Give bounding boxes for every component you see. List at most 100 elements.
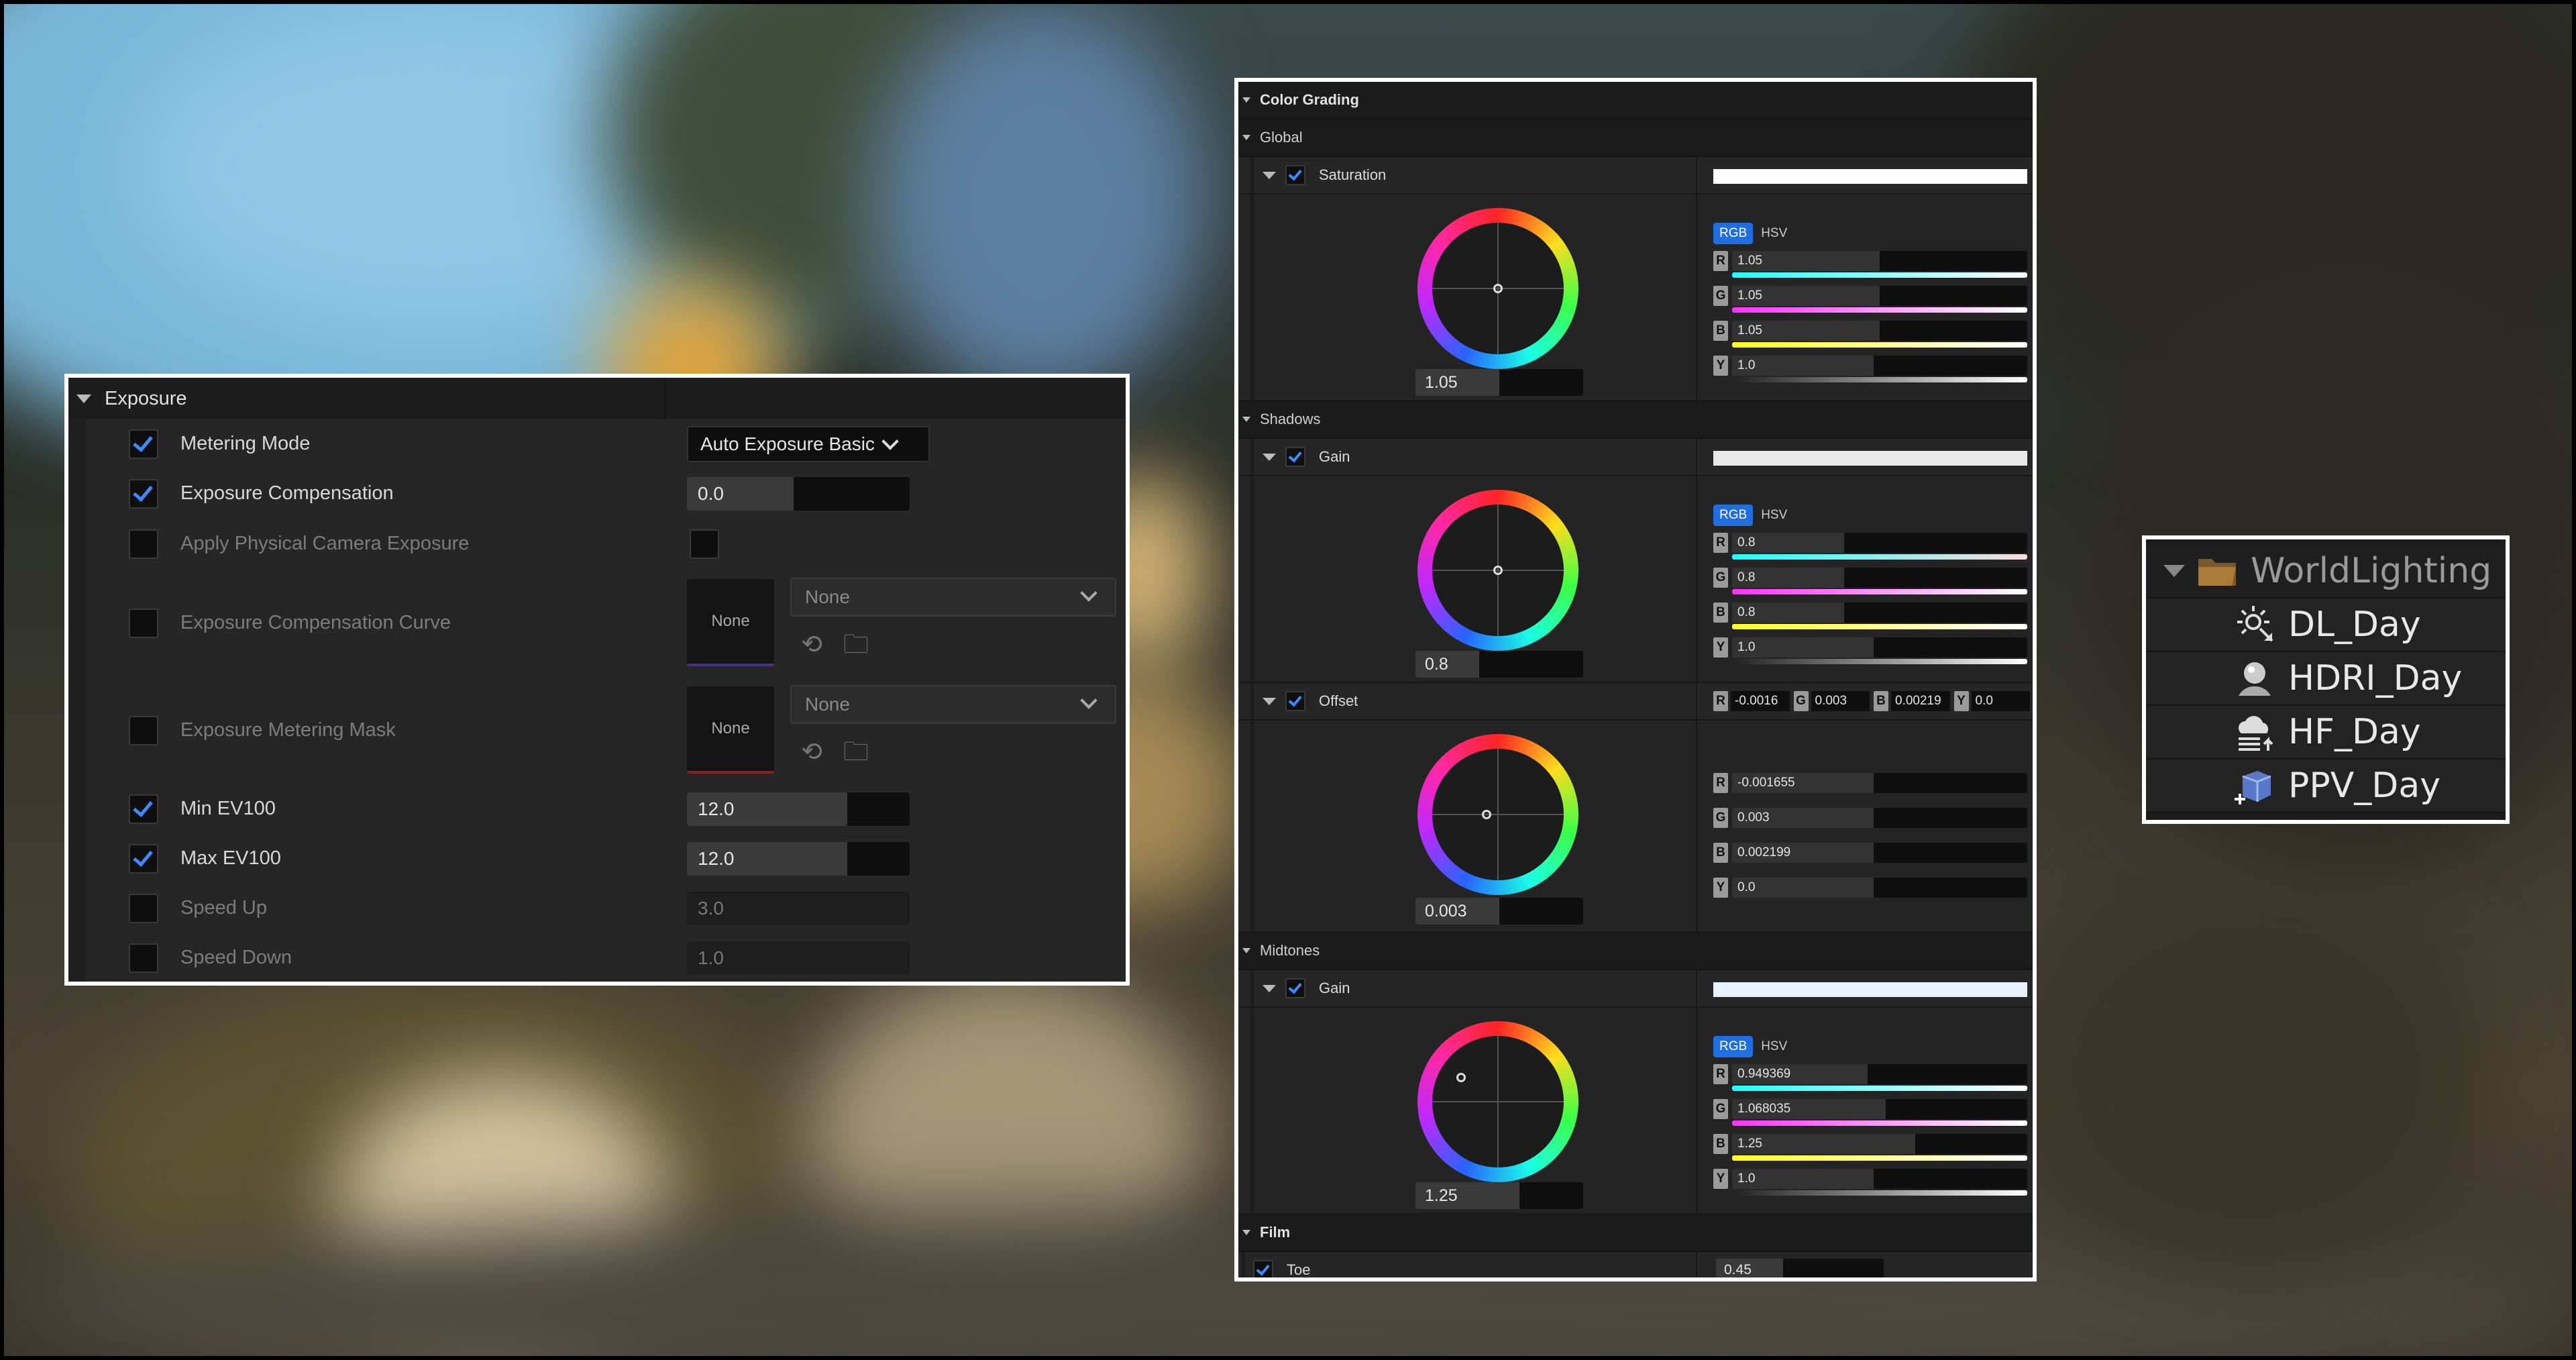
channel-g[interactable]: G 0.003 bbox=[1713, 808, 2027, 836]
wheel-handle[interactable] bbox=[1482, 810, 1491, 819]
offset-inline-r[interactable]: R -0.0016 bbox=[1713, 691, 1790, 711]
saturation-color-swatch[interactable] bbox=[1713, 169, 2027, 184]
outliner-item-ppv-day[interactable]: PPV_Day bbox=[2146, 760, 2506, 813]
channel-b[interactable]: B 1.05 bbox=[1713, 321, 2027, 349]
outliner-item-hdri-day[interactable]: HDRI_Day bbox=[2146, 652, 2506, 706]
channel-r[interactable]: R 0.949369 bbox=[1713, 1064, 2027, 1092]
collapse-arrow-icon[interactable] bbox=[1242, 417, 1250, 422]
expand-arrow-icon[interactable] bbox=[1263, 171, 1276, 179]
channel-y[interactable]: Y 1.0 bbox=[1713, 356, 2027, 384]
shadows-gain-color-swatch[interactable] bbox=[1713, 451, 2027, 466]
expand-arrow-icon[interactable] bbox=[2163, 565, 2185, 577]
curve-asset-thumbnail[interactable]: None bbox=[687, 579, 774, 666]
metering-mode-dropdown[interactable]: Auto Exposure Basic bbox=[687, 426, 930, 462]
outliner-item-dl-day[interactable]: DL_Day bbox=[2146, 598, 2506, 652]
outliner-item-label: PPV_Day bbox=[2288, 766, 2440, 806]
speed-down-checkbox[interactable] bbox=[129, 943, 158, 973]
shadows-offset-checkbox[interactable] bbox=[1285, 691, 1305, 711]
min-ev100-input[interactable]: 12.0 bbox=[687, 792, 910, 826]
speed-up-checkbox[interactable] bbox=[129, 894, 158, 923]
wheel-handle[interactable] bbox=[1493, 284, 1503, 293]
offset-inline-g[interactable]: G 0.003 bbox=[1793, 691, 1870, 711]
saturation-wheel-input[interactable]: 1.05 bbox=[1415, 369, 1583, 396]
channel-r[interactable]: R 1.05 bbox=[1713, 251, 2027, 279]
outliner-folder-row[interactable]: WorldLighting bbox=[2146, 545, 2506, 598]
shadows-gain-wheel-input[interactable]: 0.8 bbox=[1415, 651, 1583, 678]
property-row-toe: Toe 0.45 bbox=[1238, 1252, 2033, 1277]
hsv-mode-button[interactable]: HSV bbox=[1761, 508, 1787, 523]
hsv-mode-button[interactable]: HSV bbox=[1761, 1039, 1787, 1054]
shadows-gain-color-wheel[interactable] bbox=[1417, 490, 1578, 651]
offset-inline-b[interactable]: B 0.00219 bbox=[1874, 691, 1950, 711]
channel-key: R bbox=[1713, 773, 1728, 793]
section-film-label: Film bbox=[1260, 1224, 1291, 1241]
saturation-checkbox[interactable] bbox=[1285, 165, 1305, 185]
saturation-color-wheel[interactable] bbox=[1417, 208, 1578, 369]
channel-g[interactable]: G 1.05 bbox=[1713, 286, 2027, 314]
mask-asset-dropdown[interactable]: None bbox=[790, 685, 1116, 724]
exposure-compensation-checkbox[interactable] bbox=[129, 479, 158, 509]
outliner-item-hf-day[interactable]: HF_Day bbox=[2146, 706, 2506, 760]
hsv-mode-button[interactable]: HSV bbox=[1761, 226, 1787, 241]
shadows-gain-checkbox[interactable] bbox=[1285, 447, 1305, 467]
color-grading-header[interactable]: Color Grading bbox=[1238, 82, 2033, 119]
toe-input[interactable]: 0.45 bbox=[1716, 1259, 1884, 1277]
rgb-mode-button[interactable]: RGB bbox=[1713, 223, 1754, 244]
collapse-arrow-icon[interactable] bbox=[76, 394, 91, 403]
section-midtones[interactable]: Midtones bbox=[1238, 933, 2033, 970]
collapse-arrow-icon[interactable] bbox=[1242, 97, 1250, 103]
midtones-gain-color-wheel[interactable] bbox=[1417, 1021, 1578, 1182]
channel-b[interactable]: B 0.8 bbox=[1713, 603, 2027, 631]
exposure-metering-mask-checkbox[interactable] bbox=[129, 716, 158, 745]
color-mode-toggle: RGB HSV bbox=[1713, 505, 1787, 526]
browse-asset-icon[interactable]: 🗀 bbox=[841, 737, 871, 767]
shadows-offset-color-wheel[interactable] bbox=[1417, 734, 1578, 895]
max-ev100-input[interactable]: 12.0 bbox=[687, 842, 910, 876]
section-global[interactable]: Global bbox=[1238, 119, 2033, 157]
channel-r[interactable]: R 0.8 bbox=[1713, 533, 2027, 561]
toe-checkbox[interactable] bbox=[1253, 1260, 1273, 1277]
collapse-arrow-icon[interactable] bbox=[1242, 1230, 1250, 1235]
section-shadows[interactable]: Shadows bbox=[1238, 401, 2033, 439]
channel-g[interactable]: G 1.068035 bbox=[1713, 1099, 2027, 1127]
channel-r[interactable]: R -0.001655 bbox=[1713, 773, 2027, 801]
wheel-handle[interactable] bbox=[1493, 566, 1503, 575]
metering-mode-checkbox[interactable] bbox=[129, 429, 158, 459]
channel-y[interactable]: Y 0.0 bbox=[1713, 878, 2027, 906]
collapse-arrow-icon[interactable] bbox=[1242, 948, 1250, 953]
exposure-compensation-curve-checkbox[interactable] bbox=[129, 609, 158, 638]
curve-asset-dropdown[interactable]: None bbox=[790, 578, 1116, 617]
exposure-compensation-input[interactable]: 0.0 bbox=[687, 477, 910, 511]
max-ev100-checkbox[interactable] bbox=[129, 844, 158, 874]
exposure-header[interactable]: Exposure bbox=[68, 378, 1126, 421]
min-ev100-checkbox[interactable] bbox=[129, 794, 158, 824]
rgb-mode-button[interactable]: RGB bbox=[1713, 505, 1754, 526]
apply-physical-camera-exposure-value-checkbox[interactable] bbox=[690, 529, 719, 559]
offset-inline-y[interactable]: Y 0.0 bbox=[1953, 691, 2030, 711]
midtones-gain-wheel-input[interactable]: 1.25 bbox=[1415, 1182, 1583, 1209]
collapse-arrow-icon[interactable] bbox=[1242, 135, 1250, 140]
shadows-offset-wheel-input[interactable]: 0.003 bbox=[1415, 898, 1583, 925]
apply-physical-camera-exposure-checkbox[interactable] bbox=[129, 529, 158, 559]
midtones-gain-checkbox[interactable] bbox=[1285, 978, 1305, 998]
speed-down-input[interactable]: 1.0 bbox=[687, 941, 910, 975]
rgb-mode-button[interactable]: RGB bbox=[1713, 1036, 1754, 1057]
midtones-gain-color-swatch[interactable] bbox=[1713, 982, 2027, 997]
expand-arrow-icon[interactable] bbox=[1263, 697, 1276, 705]
chevron-down-icon bbox=[881, 433, 899, 450]
section-film[interactable]: Film bbox=[1238, 1214, 2033, 1252]
channel-y[interactable]: Y 1.0 bbox=[1713, 1169, 2027, 1197]
wheel-handle[interactable] bbox=[1456, 1073, 1466, 1082]
channel-g[interactable]: G 0.8 bbox=[1713, 568, 2027, 596]
channel-b[interactable]: B 1.25 bbox=[1713, 1134, 2027, 1162]
speed-up-input[interactable]: 3.0 bbox=[687, 892, 910, 925]
channel-b[interactable]: B 0.002199 bbox=[1713, 843, 2027, 871]
expand-arrow-icon[interactable] bbox=[1263, 984, 1276, 992]
luma-gradient-bar bbox=[1732, 659, 2027, 664]
use-selected-asset-icon[interactable]: ⟲ bbox=[797, 630, 826, 660]
use-selected-asset-icon[interactable]: ⟲ bbox=[797, 737, 826, 767]
channel-y[interactable]: Y 1.0 bbox=[1713, 637, 2027, 666]
mask-asset-thumbnail[interactable]: None bbox=[687, 686, 774, 774]
browse-asset-icon[interactable]: 🗀 bbox=[841, 630, 871, 660]
expand-arrow-icon[interactable] bbox=[1263, 453, 1276, 461]
